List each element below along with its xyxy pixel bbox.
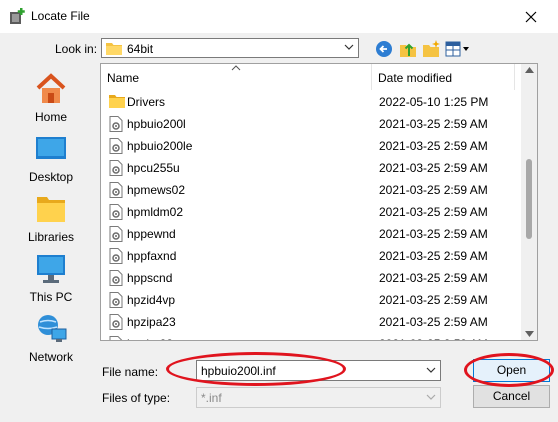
setup-file-icon bbox=[109, 248, 123, 264]
up-folder-icon[interactable] bbox=[398, 39, 418, 59]
file-name: hpbuio200le bbox=[127, 139, 193, 153]
file-name: hppscnd bbox=[127, 271, 173, 285]
scroll-thumb[interactable] bbox=[526, 159, 532, 239]
column-header-date[interactable]: Date modified bbox=[372, 64, 515, 90]
file-date: 2021-03-25 2:59 AM bbox=[379, 139, 488, 153]
scroll-down-icon bbox=[525, 331, 534, 337]
network-icon bbox=[38, 315, 67, 342]
file-row[interactable]: hppscnd2021-03-25 2:59 AMSe bbox=[101, 267, 536, 289]
file-date: 2021-03-25 2:59 AM bbox=[379, 183, 488, 197]
place-home[interactable]: Home bbox=[12, 73, 90, 129]
title-bar: Locate File bbox=[0, 0, 558, 33]
setup-file-icon bbox=[109, 226, 123, 242]
file-date: 2021-03-25 2:59 AM bbox=[379, 337, 488, 340]
chevron-down-icon bbox=[426, 394, 436, 400]
setup-file-icon bbox=[109, 204, 123, 220]
setup-file-icon bbox=[109, 160, 123, 176]
column-date-label: Date modified bbox=[378, 71, 453, 85]
annotation-circle-filename bbox=[166, 352, 346, 386]
file-row[interactable]: hpzid4vp2021-03-25 2:59 AMSe bbox=[101, 289, 536, 311]
place-this-pc[interactable]: This PC bbox=[12, 253, 90, 309]
setup-file-icon bbox=[109, 270, 123, 286]
file-row[interactable]: hpzipr232021-03-25 2:59 AMSe bbox=[101, 333, 536, 340]
file-row[interactable]: hpcu255u2021-03-25 2:59 AMSe bbox=[101, 157, 536, 179]
file-date: 2021-03-25 2:59 AM bbox=[379, 249, 488, 263]
file-list[interactable]: Name Date modified Ty Drivers2022-05-10 … bbox=[100, 63, 538, 341]
file-row[interactable]: hpmews022021-03-25 2:59 AMSe bbox=[101, 179, 536, 201]
computer-icon bbox=[37, 255, 65, 283]
file-date: 2021-03-25 2:59 AM bbox=[379, 161, 488, 175]
file-name: hpmldm02 bbox=[127, 205, 184, 219]
place-label-desktop: Desktop bbox=[28, 170, 74, 184]
file-name: hpcu255u bbox=[127, 161, 180, 175]
file-name: hpmews02 bbox=[127, 183, 186, 197]
setup-file-icon bbox=[109, 116, 123, 132]
place-label-home: Home bbox=[34, 110, 67, 124]
place-libraries[interactable]: Libraries bbox=[12, 193, 90, 249]
libraries-icon bbox=[37, 197, 65, 222]
close-button[interactable] bbox=[504, 0, 558, 33]
desktop-icon bbox=[36, 137, 66, 159]
window-title: Locate File bbox=[31, 9, 90, 23]
file-row[interactable]: hpbuio200l2021-03-25 2:59 AMSe bbox=[101, 113, 536, 135]
app-icon bbox=[10, 8, 25, 24]
file-row[interactable]: Drivers2022-05-10 1:25 PMFil bbox=[101, 91, 534, 113]
place-label-network: Network bbox=[28, 350, 73, 364]
file-name: hpbuio200l bbox=[127, 117, 186, 131]
folder-icon bbox=[106, 43, 122, 55]
place-desktop[interactable]: Desktop bbox=[12, 133, 90, 189]
view-menu-icon[interactable] bbox=[445, 39, 471, 59]
file-name: hppfaxnd bbox=[127, 249, 177, 263]
file-date: 2021-03-25 2:59 AM bbox=[379, 271, 488, 285]
file-row[interactable]: hppewnd2021-03-25 2:59 AMSe bbox=[101, 223, 536, 245]
look-in-label: Look in: bbox=[55, 42, 98, 56]
back-icon[interactable] bbox=[374, 39, 394, 59]
folder-icon bbox=[109, 95, 125, 108]
setup-file-icon bbox=[109, 314, 123, 330]
setup-file-icon bbox=[109, 182, 123, 198]
file-date: 2021-03-25 2:59 AM bbox=[379, 117, 488, 131]
file-row[interactable]: hppfaxnd2021-03-25 2:59 AMSe bbox=[101, 245, 536, 267]
file-date: 2021-03-25 2:59 AM bbox=[379, 227, 488, 241]
home-icon bbox=[36, 73, 66, 103]
file-name: hpzipr23 bbox=[127, 337, 173, 340]
file-row[interactable]: hpbuio200le2021-03-25 2:59 AMSe bbox=[101, 135, 536, 157]
place-label-this-pc: This PC bbox=[29, 290, 73, 304]
annotation-circle-open bbox=[464, 353, 554, 387]
file-name-label: File name: bbox=[102, 365, 159, 379]
look-in-dropdown[interactable]: 64bit bbox=[101, 38, 359, 58]
file-date: 2021-03-25 2:59 AM bbox=[379, 293, 488, 307]
look-in-value: 64bit bbox=[127, 42, 154, 56]
locate-file-dialog: Locate File Look in: 64bit Home Desktop … bbox=[0, 0, 558, 422]
file-type-value: *.inf bbox=[201, 391, 222, 405]
close-icon bbox=[525, 11, 537, 22]
chevron-down-icon bbox=[344, 44, 354, 50]
setup-file-icon bbox=[109, 336, 123, 340]
file-type-label: Files of type: bbox=[102, 391, 171, 405]
cancel-button[interactable]: Cancel bbox=[473, 385, 550, 408]
setup-file-icon bbox=[109, 138, 123, 154]
vertical-scrollbar[interactable] bbox=[521, 64, 537, 340]
file-name: hppewnd bbox=[127, 227, 176, 241]
new-folder-icon[interactable] bbox=[421, 39, 441, 59]
file-row[interactable]: hpmldm022021-03-25 2:59 AMSe bbox=[101, 201, 536, 223]
place-network[interactable]: Network bbox=[12, 313, 90, 369]
file-name: Drivers bbox=[127, 95, 165, 109]
scroll-up-icon bbox=[525, 67, 534, 73]
file-date: 2022-05-10 1:25 PM bbox=[379, 95, 489, 109]
column-header-name[interactable]: Name bbox=[101, 64, 372, 90]
file-date: 2021-03-25 2:59 AM bbox=[379, 315, 488, 329]
file-date: 2021-03-25 2:59 AM bbox=[379, 205, 488, 219]
file-type-dropdown[interactable]: *.inf bbox=[196, 387, 441, 408]
setup-file-icon bbox=[109, 292, 123, 308]
sort-up-icon bbox=[231, 65, 241, 71]
places-bar: Home Desktop Libraries This PC Network bbox=[12, 63, 90, 369]
chevron-down-icon bbox=[426, 367, 436, 373]
column-name-label: Name bbox=[107, 71, 140, 85]
file-name: hpzipa23 bbox=[127, 315, 176, 329]
place-label-libraries: Libraries bbox=[27, 230, 75, 244]
file-name: hpzid4vp bbox=[127, 293, 176, 307]
file-row[interactable]: hpzipa232021-03-25 2:59 AMSe bbox=[101, 311, 536, 333]
